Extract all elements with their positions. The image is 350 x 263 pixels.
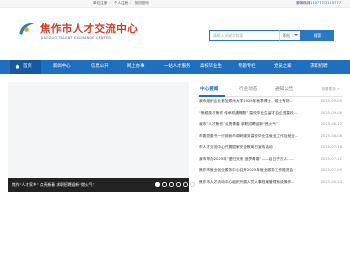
nav-item-label: 首页	[23, 64, 32, 69]
banner-caption-text: 焦作“人才家乡” 点亮新春 求职招聘迎新“燃火气”	[12, 182, 95, 187]
search-button[interactable]: 搜索	[301, 30, 334, 41]
nav-item-talent-service[interactable]: 一站人才服务	[164, 60, 190, 74]
news-date: 2025-08-12	[320, 122, 342, 126]
carousel-dot[interactable]	[169, 182, 174, 187]
nav-item-home[interactable]: 首页	[10, 60, 41, 74]
separator: |	[109, 1, 111, 5]
list-item[interactable]: 市人才交流中心开展国家安全教育日宣传活动 2025-07-16	[199, 145, 342, 153]
news-title[interactable]: 我市举办2025年“爱归天来 逐梦青春”——启日子万人……	[199, 157, 302, 162]
account-links: 单位注册 | 个人注册 | 找回密码	[93, 1, 151, 6]
nav-item-disclosure[interactable]: 信息公开	[91, 60, 109, 74]
logo-icon[interactable]	[16, 19, 37, 40]
carousel-dot[interactable]	[155, 182, 160, 187]
separator: |	[130, 1, 132, 5]
tab-industry-news[interactable]: 行业动态	[239, 84, 257, 96]
site-subtitle: JIAOZUO TALENT EXCHANGE CENTER	[41, 36, 112, 40]
list-item[interactable]: “焦候英才焦作 传承机遇翱翔” 高校毕业生留才百企进高校… 2025-09-06	[199, 111, 342, 119]
list-item[interactable]: 我市“人才焦作”点亮青春 求职招聘迎新“燃火气” 2025-08-12	[199, 122, 342, 130]
news-title[interactable]: 焦作市就业创业服务中心召开2025年就业服务工作推进会	[199, 168, 302, 173]
search-scope-select[interactable]: 职位	[279, 30, 301, 41]
list-item[interactable]: 我市组织企业参加郑州大学2025年秋季博士、硕士专场... 2025-09-09	[199, 99, 342, 107]
news-date: 2025-07-11	[320, 156, 342, 161]
recover-password-link[interactable]: 找回密码	[135, 1, 149, 5]
tab-announcements[interactable]: 通知公告	[275, 84, 293, 96]
news-date: 2025-08-08	[320, 133, 342, 138]
carousel-dot[interactable]	[183, 182, 188, 187]
news-title[interactable]: 市委党委书一行到我市调研服务高校毕业生就业工作及就业...	[199, 134, 302, 139]
top-bar: 单位注册 | 个人注册 | 找回密码 服务热线： 0391-3119777/2119…	[0, 0, 350, 8]
list-item[interactable]: 我市举办2025年“爱归天来 逐梦青春”——启日子万人…… 2025-07-11	[199, 157, 342, 165]
main-nav: 首页 新闻中心 信息公开 网上办事 一站人才服务 高校毕业生 专题专栏 党员之家…	[0, 60, 350, 74]
nav-item-party[interactable]: 党员之家	[274, 60, 292, 74]
active-tab-indicator	[199, 95, 225, 97]
list-item[interactable]: 焦作市人才流动中心组织开展人员人事档案管理系统操作... 2025-06-24	[199, 180, 342, 188]
search-scope-value: 职位	[283, 33, 291, 38]
news-date: 2025-07-09	[320, 168, 342, 172]
personal-register-link[interactable]: 个人注册	[114, 1, 128, 5]
list-item[interactable]: 焦作市就业创业服务中心召开2025年就业服务工作推进会 2025-07-09	[199, 168, 342, 176]
news-title[interactable]: 焦作市人才流动中心组织开展人员人事档案管理系统操作...	[199, 180, 302, 185]
nav-item-jobs[interactable]: 求职招聘	[310, 60, 328, 74]
news-date: 2025-09-06	[320, 110, 342, 115]
news-title[interactable]: 我市“人才焦作”点亮青春 求职招聘迎新“燃火气”	[199, 122, 302, 127]
carousel-dot[interactable]	[162, 182, 167, 187]
nav-item-graduates[interactable]: 高校毕业生	[200, 60, 222, 74]
home-icon	[15, 64, 20, 69]
carousel-dot[interactable]	[190, 182, 195, 187]
carousel-dot[interactable]	[176, 182, 181, 187]
news-title[interactable]: “焦候英才焦作 传承机遇翱翔” 高校毕业生留才百企进高校…	[199, 111, 302, 116]
search-input[interactable]: 请输入关键字搜索	[209, 30, 279, 41]
more-link[interactable]: 查看更多 >	[321, 87, 340, 92]
news-title[interactable]: 我市组织企业参加郑州大学2025年秋季博士、硕士专场...	[199, 99, 302, 104]
search-placeholder: 请输入关键字搜索	[213, 33, 244, 38]
nav-item-online-service[interactable]: 网上办事	[127, 60, 145, 74]
hotline-number: 0391-3119777/2119777	[297, 1, 341, 5]
news-tabs: 中心要闻 行业动态 通知公告 查看更多 >	[197, 84, 342, 97]
news-date: 2025-07-16	[320, 145, 342, 149]
news-date: 2025-06-24	[320, 179, 342, 184]
banner-carousel[interactable]	[8, 82, 189, 192]
news-date: 2025-09-09	[320, 99, 342, 103]
site-title[interactable]: 焦作市人才交流中心	[40, 21, 138, 36]
news-title[interactable]: 市人才交流中心开展国家安全教育日宣传活动	[199, 145, 302, 150]
list-item[interactable]: 市委党委书一行到我市调研服务高校毕业生就业工作及就业... 2025-08-08	[199, 134, 342, 142]
chevron-down-icon	[294, 34, 298, 36]
nav-item-news[interactable]: 新闻中心	[53, 60, 71, 74]
nav-item-topics[interactable]: 专题专栏	[238, 60, 256, 74]
unit-register-link[interactable]: 单位注册	[93, 1, 107, 5]
